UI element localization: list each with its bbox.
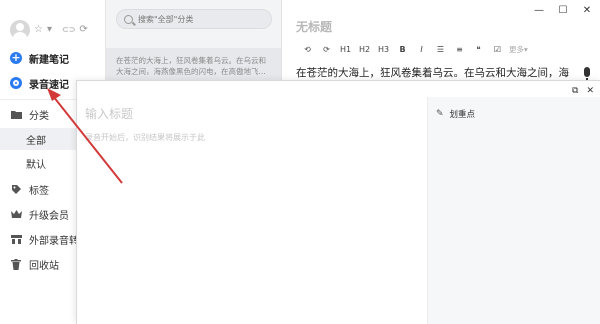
list-item[interactable]: 在苍茫的大海上，狂风卷集着乌云。在乌云和大海之间，海燕像黑色的闪电，在高傲地飞.…	[106, 48, 281, 84]
sidebar-item-label: 升级会员	[29, 210, 69, 222]
star-icon[interactable]: ☆	[34, 25, 43, 35]
avatar[interactable]	[10, 20, 30, 40]
checkbox-button[interactable]: ☑	[488, 44, 507, 56]
new-note-label: 新建笔记	[29, 54, 69, 66]
voice-note-label: 录音速记	[29, 79, 69, 91]
tag-icon	[10, 183, 22, 195]
plus-icon: +	[10, 51, 22, 64]
search-box[interactable]	[116, 9, 272, 29]
sync-icon[interactable]: ⟳	[79, 25, 87, 35]
folder-icon	[10, 108, 22, 120]
close-icon[interactable]: ✕	[586, 86, 594, 96]
align-button[interactable]: ≡	[450, 44, 469, 56]
record-icon	[10, 77, 22, 89]
heading2-button[interactable]: H2	[355, 44, 374, 56]
audio-transcribe-icon	[10, 233, 22, 245]
microphone-icon[interactable]	[584, 67, 590, 81]
highlight-header[interactable]: ✎ 划重点	[436, 108, 475, 120]
minimize-icon[interactable]: —	[532, 5, 546, 17]
heading3-button[interactable]: H3	[374, 44, 393, 56]
redo-icon[interactable]: ⟳	[317, 44, 336, 56]
list-button[interactable]: ☰	[431, 44, 450, 56]
sidebar-item-label: 分类	[29, 110, 49, 122]
heading1-button[interactable]: H1	[336, 44, 355, 56]
sidebar-item-label: 全部	[26, 135, 46, 147]
trash-icon	[10, 258, 22, 270]
window-controls: — ☐ ✕	[532, 5, 594, 17]
pen-icon: ✎	[436, 109, 444, 119]
format-toolbar: ⟲ ⟳ H1 H2 H3 B I ☰ ≡ ❝ ☑ 更多▾	[298, 44, 547, 56]
search-input[interactable]	[138, 14, 258, 24]
search-icon	[124, 14, 133, 24]
close-icon[interactable]: ✕	[580, 5, 594, 17]
app-window: ☆ ▾ ⊂⊃ ⟳ + 新建笔记 录音速记 分类 全部 默认 标签 升级会员 外部…	[0, 0, 600, 324]
quote-button[interactable]: ❝	[469, 44, 488, 56]
more-dropdown[interactable]: 更多▾	[507, 44, 547, 56]
editor-content[interactable]: 在苍茫的大海上，狂风卷集着乌云。在乌云和大海之间，海	[296, 65, 581, 80]
highlights-panel: ✎ 划重点	[427, 97, 600, 324]
editor-pane: — ☐ ✕ 无标题 ⟲ ⟳ H1 H2 H3 B I ☰ ≡ ❝ ☑ 更多▾ 在…	[282, 0, 600, 90]
crown-icon	[10, 208, 22, 220]
transcript-area: 录音开始后，识别结果将展示于此	[77, 97, 427, 324]
restore-icon[interactable]: ⧉	[572, 86, 578, 96]
highlight-label: 划重点	[449, 110, 476, 120]
user-bar: ☆ ▾ ⊂⊃ ⟳	[10, 19, 88, 41]
note-snippet: 在苍茫的大海上，狂风卷集着乌云。在乌云和大海之间，海燕像黑色的闪电，在高傲地飞.…	[116, 56, 266, 76]
recording-title-input[interactable]	[85, 107, 385, 121]
link-icon[interactable]: ⊂⊃	[62, 26, 75, 34]
undo-icon[interactable]: ⟲	[298, 44, 317, 56]
voice-note-window: ⧉ ✕ 录音开始后，识别结果将展示于此 ✎ 划重点	[76, 80, 600, 324]
transcript-hint: 录音开始后，识别结果将展示于此	[85, 133, 205, 142]
sidebar-item-label: 回收站	[29, 260, 59, 272]
popup-window-controls: ⧉ ✕	[572, 86, 594, 96]
new-note-button[interactable]: + 新建笔记	[0, 47, 106, 69]
italic-button[interactable]: I	[412, 44, 431, 56]
sidebar-item-label: 默认	[26, 159, 46, 171]
bold-button[interactable]: B	[393, 44, 412, 56]
maximize-icon[interactable]: ☐	[556, 5, 570, 17]
chevron-down-icon[interactable]: ▾	[47, 25, 52, 35]
sidebar-item-label: 标签	[29, 185, 49, 197]
note-title[interactable]: 无标题	[296, 18, 332, 35]
